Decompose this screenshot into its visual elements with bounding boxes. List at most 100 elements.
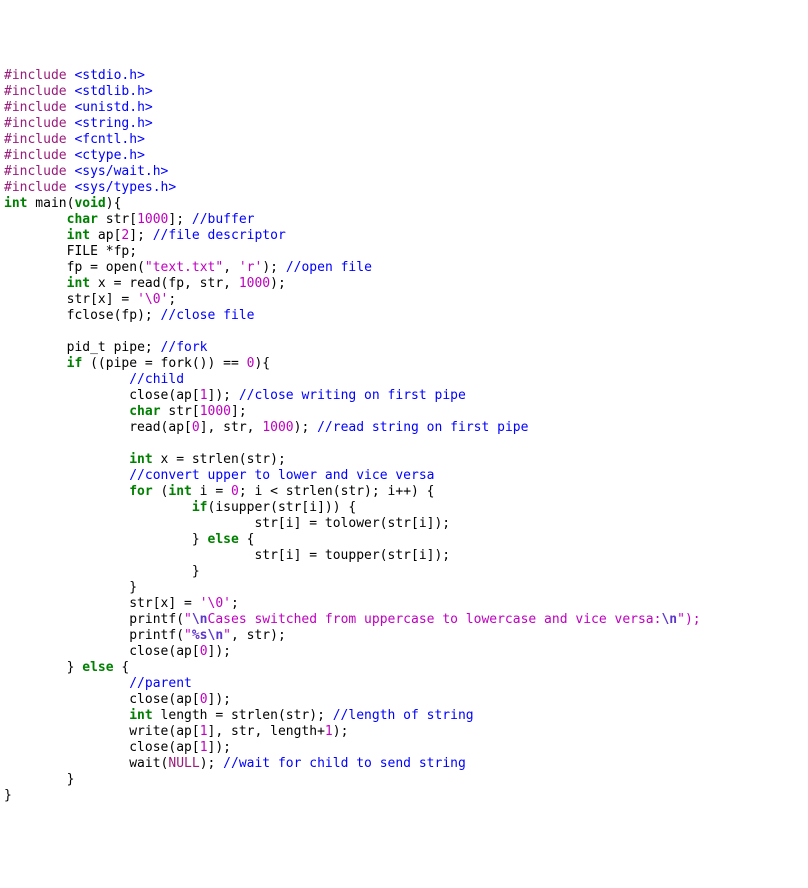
comment: //child bbox=[129, 372, 184, 387]
code-text: } bbox=[67, 772, 75, 787]
comment: //parent bbox=[129, 676, 192, 691]
keyword: int bbox=[4, 196, 27, 211]
indent bbox=[4, 244, 67, 259]
code-text: { bbox=[114, 660, 130, 675]
comment: //open file bbox=[286, 260, 372, 275]
preprocessor-directive: #include bbox=[4, 132, 67, 147]
indent bbox=[4, 276, 67, 291]
comment: //length of string bbox=[333, 708, 474, 723]
include-header: <fcntl.h> bbox=[74, 132, 144, 147]
comment: //buffer bbox=[192, 212, 255, 227]
comment: //close file bbox=[161, 308, 255, 323]
escape-sequence: \n bbox=[192, 612, 208, 627]
preprocessor-directive: #include bbox=[4, 180, 67, 195]
indent bbox=[4, 260, 67, 275]
indent bbox=[4, 724, 129, 739]
indent bbox=[4, 468, 129, 483]
indent bbox=[4, 756, 129, 771]
preprocessor-directive: #include bbox=[4, 100, 67, 115]
number-literal: 0 bbox=[200, 644, 208, 659]
string-literal: "\nCases switched from uppercase to lowe… bbox=[184, 612, 677, 627]
code-text: read(ap[ bbox=[129, 420, 192, 435]
indent bbox=[4, 356, 67, 371]
code-text: x = strlen(str); bbox=[153, 452, 286, 467]
number-literal: 1 bbox=[325, 724, 333, 739]
keyword: char bbox=[129, 404, 160, 419]
include-header: <ctype.h> bbox=[74, 148, 144, 163]
code-text: close(ap[ bbox=[129, 388, 199, 403]
code-text: main( bbox=[27, 196, 74, 211]
code-text: ap[ bbox=[90, 228, 121, 243]
code-text: str[x] = bbox=[67, 292, 137, 307]
indent bbox=[4, 516, 254, 531]
code-text: FILE *fp; bbox=[67, 244, 137, 259]
char-literal: '\0' bbox=[137, 292, 168, 307]
preprocessor-directive: #include bbox=[4, 116, 67, 131]
comment: //wait for child to send string bbox=[223, 756, 466, 771]
number-literal: 1000 bbox=[239, 276, 270, 291]
char-literal: '\0' bbox=[200, 596, 231, 611]
code-text: } bbox=[4, 788, 12, 803]
code-text: (isupper(str[i])) { bbox=[208, 500, 357, 515]
code-text: ; bbox=[168, 292, 176, 307]
code-text: ]); bbox=[208, 644, 239, 659]
code-text: close(ap[ bbox=[129, 692, 199, 707]
comment: //convert upper to lower and vice versa bbox=[129, 468, 434, 483]
code-text: printf( bbox=[129, 628, 184, 643]
char-literal: 'r' bbox=[239, 260, 262, 275]
escape-sequence: \n bbox=[208, 628, 224, 643]
preprocessor-directive: #include bbox=[4, 84, 67, 99]
indent bbox=[4, 340, 67, 355]
indent bbox=[4, 676, 129, 691]
number-literal: 1000 bbox=[137, 212, 168, 227]
number-literal: 1000 bbox=[262, 420, 293, 435]
number-literal: 1000 bbox=[200, 404, 231, 419]
preprocessor-directive: #include bbox=[4, 148, 67, 163]
indent bbox=[4, 708, 129, 723]
code-text: ){ bbox=[106, 196, 122, 211]
keyword: int bbox=[129, 452, 152, 467]
indent bbox=[4, 228, 67, 243]
keyword: else bbox=[208, 532, 239, 547]
indent bbox=[4, 420, 129, 435]
code-text: str[x] = bbox=[129, 596, 199, 611]
indent bbox=[4, 372, 129, 387]
keyword: if bbox=[192, 500, 208, 515]
code-text: , bbox=[223, 260, 239, 275]
number-literal: 0 bbox=[200, 692, 208, 707]
code-text: , str); bbox=[231, 628, 286, 643]
code-text: ], str, bbox=[200, 420, 263, 435]
keyword: int bbox=[168, 484, 191, 499]
comment: //read string on first pipe bbox=[317, 420, 528, 435]
include-header: <sys/wait.h> bbox=[74, 164, 168, 179]
include-header: <stdlib.h> bbox=[74, 84, 152, 99]
code-text: ); bbox=[294, 420, 317, 435]
code-text: pid_t pipe; bbox=[67, 340, 161, 355]
code-text: str[i] = tolower(str[i]); bbox=[254, 516, 450, 531]
code-text: ]); bbox=[208, 692, 239, 707]
number-literal: 1 bbox=[200, 740, 208, 755]
code-text: ); bbox=[262, 260, 285, 275]
number-literal: 0 bbox=[192, 420, 200, 435]
keyword: char bbox=[67, 212, 98, 227]
keyword: void bbox=[74, 196, 105, 211]
indent bbox=[4, 388, 129, 403]
string-literal: "text.txt" bbox=[145, 260, 223, 275]
number-literal: 1 bbox=[200, 724, 208, 739]
code-text: ; bbox=[231, 596, 239, 611]
code-text: x = read(fp, str, bbox=[90, 276, 239, 291]
code-text: ]); bbox=[208, 388, 239, 403]
code-text: fclose(fp); bbox=[67, 308, 161, 323]
code-text: write(ap[ bbox=[129, 724, 199, 739]
indent bbox=[4, 740, 129, 755]
code-block: #include <stdio.h> #include <stdlib.h> #… bbox=[4, 68, 804, 804]
keyword: int bbox=[67, 228, 90, 243]
indent bbox=[4, 292, 67, 307]
code-text: close(ap[ bbox=[129, 644, 199, 659]
code-text: fp = open( bbox=[67, 260, 145, 275]
indent bbox=[4, 596, 129, 611]
code-text: ); bbox=[200, 756, 223, 771]
code-text: printf( bbox=[129, 612, 184, 627]
indent bbox=[4, 612, 129, 627]
indent bbox=[4, 660, 67, 675]
